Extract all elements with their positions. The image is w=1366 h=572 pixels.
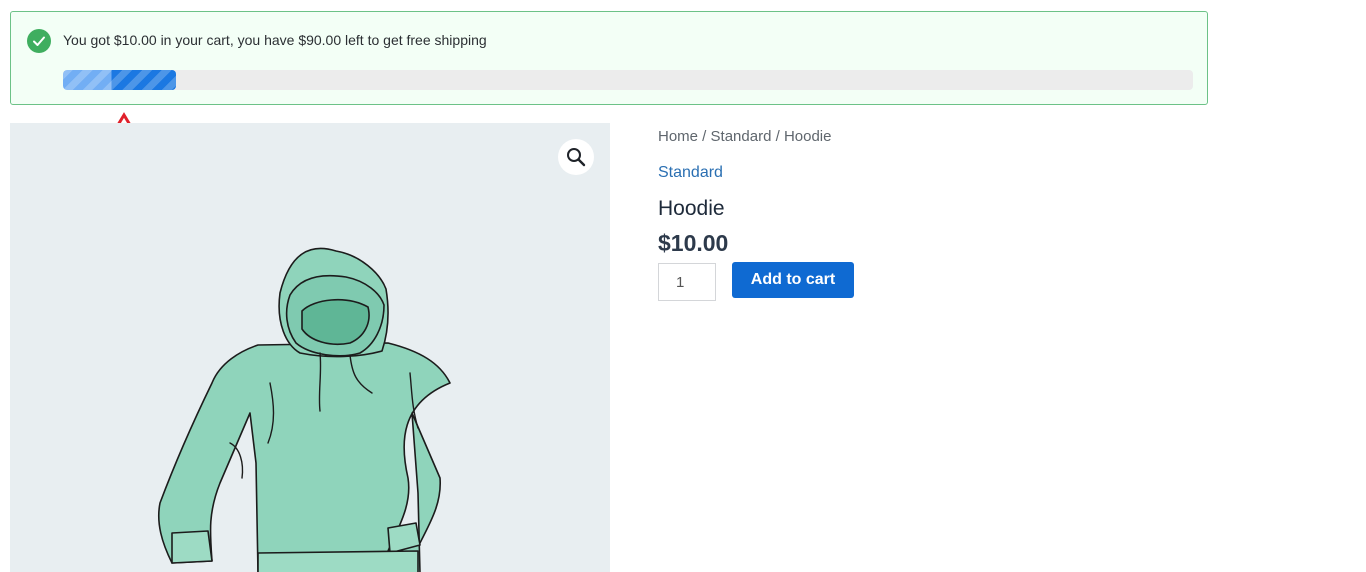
hoodie-product-image bbox=[157, 247, 451, 572]
add-to-cart-button[interactable]: Add to cart bbox=[732, 262, 854, 298]
breadcrumb: Home / Standard / Hoodie bbox=[658, 128, 831, 145]
breadcrumb-current: Hoodie bbox=[783, 128, 832, 145]
breadcrumb-separator: / bbox=[698, 128, 711, 145]
product-image-gallery[interactable] bbox=[10, 123, 610, 572]
breadcrumb-standard[interactable]: Standard bbox=[711, 128, 772, 145]
product-title: Hoodie bbox=[658, 197, 725, 220]
magnifier-icon[interactable] bbox=[558, 139, 594, 175]
checkmark-icon bbox=[27, 29, 51, 53]
shipping-progress-bar bbox=[63, 70, 1193, 90]
breadcrumb-home[interactable]: Home bbox=[658, 128, 698, 145]
free-shipping-notice: You got $10.00 in your cart, you have $9… bbox=[10, 11, 1208, 105]
shipping-progress-fill bbox=[63, 70, 176, 90]
shipping-message: You got $10.00 in your cart, you have $9… bbox=[63, 32, 487, 48]
quantity-input[interactable] bbox=[658, 263, 716, 301]
product-category-link[interactable]: Standard bbox=[658, 164, 723, 182]
product-price: $10.00 bbox=[658, 230, 729, 256]
breadcrumb-separator: / bbox=[771, 128, 784, 145]
